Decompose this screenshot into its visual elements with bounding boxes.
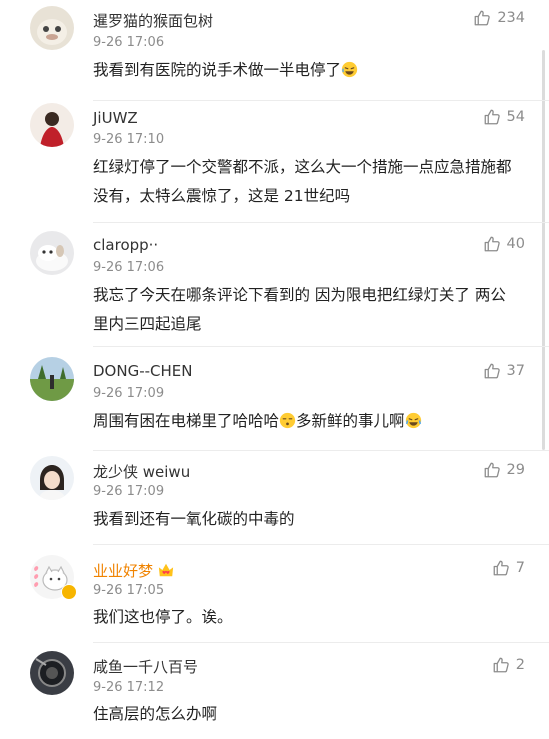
like-button[interactable]: 29 — [483, 461, 525, 479]
comment-text: 我忘了今天在哪条评论下看到的 因为限电把红绿灯关了 两公里内三四起追尾 — [93, 286, 506, 333]
crying-laughing-emoji-icon — [405, 412, 421, 429]
thumbs-up-icon — [484, 363, 500, 379]
avatar[interactable] — [30, 231, 74, 275]
avatar[interactable] — [30, 103, 74, 147]
like-count: 40 — [506, 236, 525, 252]
username[interactable]: JiUWZ — [93, 109, 138, 127]
like-button[interactable]: 37 — [483, 362, 525, 380]
heart-eyes-emoji-icon — [158, 563, 174, 577]
thumbs-up-icon — [484, 462, 500, 478]
username[interactable]: 业业好梦 — [93, 560, 175, 581]
like-count: 29 — [506, 462, 525, 478]
timestamp: 9-26 17:06 — [93, 35, 165, 50]
like-count: 54 — [506, 109, 525, 125]
scrollbar[interactable] — [542, 50, 545, 450]
timestamp: 9-26 17:09 — [93, 386, 165, 401]
like-button[interactable]: 40 — [483, 235, 525, 253]
username[interactable]: claropp·· — [93, 236, 158, 254]
thumbs-up-icon — [493, 657, 509, 673]
like-count: 37 — [506, 363, 525, 379]
comment-text: 我们这也停了。诶。 — [93, 608, 233, 626]
divider — [93, 642, 549, 643]
username[interactable]: DONG--CHEN — [93, 362, 192, 380]
timestamp: 9-26 17:09 — [93, 484, 165, 499]
comment-text: 红绿灯停了一个交警都不派，这么大一个措施一点应急措施都没有，太特么震惊了，这是 … — [93, 158, 512, 205]
verified-badge — [61, 584, 77, 600]
thumbs-up-icon — [484, 236, 500, 252]
divider — [93, 544, 549, 545]
like-button[interactable]: 7 — [492, 559, 525, 577]
divider — [93, 222, 549, 223]
like-count: 234 — [497, 10, 525, 26]
username[interactable]: 龙少侠 weiwu — [93, 461, 190, 482]
like-button[interactable]: 54 — [483, 108, 525, 126]
dizzy-emoji-icon — [279, 412, 296, 429]
like-button[interactable]: 2 — [492, 656, 525, 674]
avatar[interactable] — [30, 651, 74, 695]
comment-text: 我看到还有一氧化碳的中毒的 — [93, 510, 295, 528]
thumbs-up-icon — [484, 109, 500, 125]
like-count: 2 — [515, 657, 525, 673]
username[interactable]: 暹罗猫的猴面包树 — [93, 10, 213, 31]
comment-text: 我看到有医院的说手术做一半电停了 — [93, 56, 519, 85]
divider — [93, 346, 549, 347]
timestamp: 9-26 17:10 — [93, 132, 165, 147]
timestamp: 9-26 17:06 — [93, 260, 165, 275]
username[interactable]: 咸鱼一千八百号 — [93, 656, 198, 677]
laughing-emoji-icon — [341, 61, 358, 78]
avatar[interactable] — [30, 456, 74, 500]
timestamp: 9-26 17:05 — [93, 583, 165, 598]
thumbs-up-icon — [493, 560, 509, 576]
avatar[interactable] — [30, 357, 74, 401]
divider — [93, 100, 549, 101]
avatar[interactable] — [30, 6, 74, 50]
comment-text: 住高层的怎么办啊 — [93, 705, 218, 723]
divider — [93, 450, 549, 451]
timestamp: 9-26 17:12 — [93, 680, 165, 695]
thumbs-up-icon — [474, 10, 491, 26]
like-button[interactable]: 234 — [473, 9, 525, 27]
comment-text: 周围有困在电梯里了哈哈哈 多新鲜的事儿啊 — [93, 407, 519, 436]
like-count: 7 — [515, 560, 525, 576]
